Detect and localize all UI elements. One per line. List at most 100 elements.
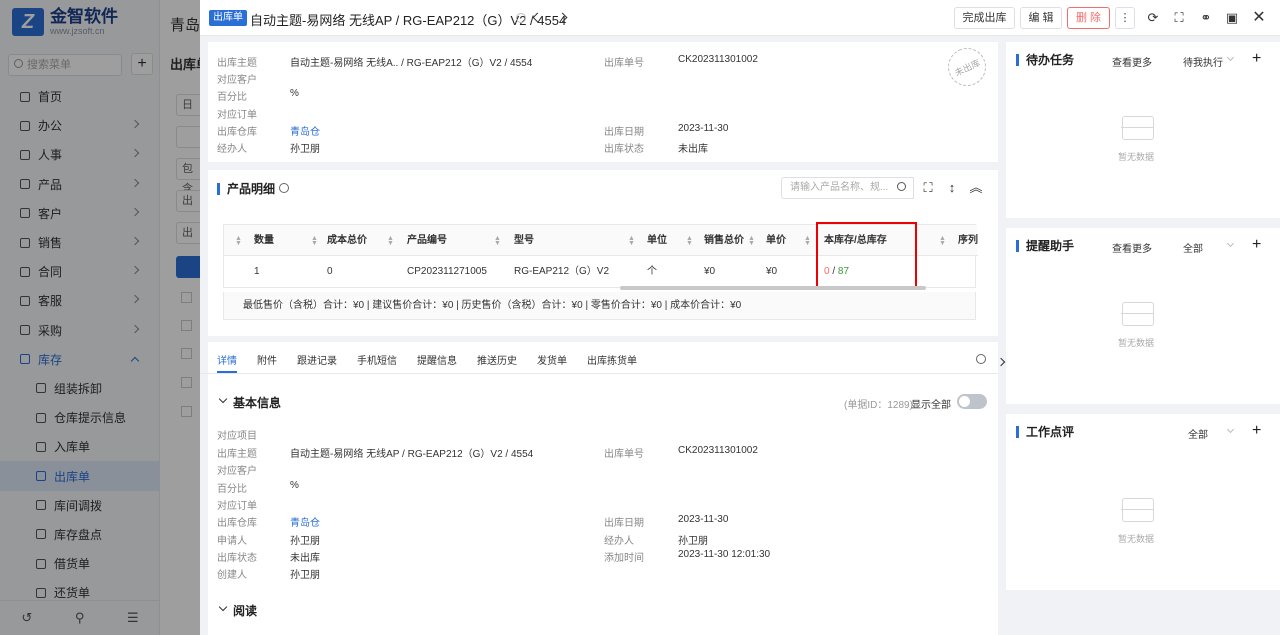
field-label: 添加时间 xyxy=(604,553,644,564)
sort-icon[interactable]: ▲ ▼ xyxy=(628,235,635,247)
dock-icon[interactable]: ▣ xyxy=(1225,11,1239,25)
complete-outbound-button[interactable]: 完成出库 xyxy=(954,7,1015,29)
cell-unit: 个 xyxy=(647,266,657,277)
col-qty[interactable]: 数量 xyxy=(254,225,274,256)
col-serial[interactable]: 序列 xyxy=(958,225,978,256)
cell-model: RG-EAP212（G）V2 xyxy=(514,266,610,277)
add-todo-button[interactable]: + xyxy=(1252,51,1261,67)
basic-percent-value: % xyxy=(290,480,299,491)
reminder-title: 提醒助手 xyxy=(1016,240,1074,252)
show-all-toggle[interactable] xyxy=(957,394,987,409)
col-cost-total[interactable]: 成本总价 xyxy=(327,225,367,256)
field-label: 出库单号 xyxy=(604,58,644,69)
gear-icon[interactable] xyxy=(279,183,289,193)
field-label: 对应订单 xyxy=(217,501,257,512)
field-label: 百分比 xyxy=(217,484,247,495)
basic-date-value: 2023-11-30 xyxy=(678,514,729,525)
field-label: 经办人 xyxy=(217,144,247,155)
gear-icon[interactable] xyxy=(976,354,986,364)
stock-highlight-box xyxy=(816,222,917,290)
field-label: 申请人 xyxy=(217,536,247,547)
expand-rows-icon[interactable]: ↕ xyxy=(945,181,959,195)
tab-reminders[interactable]: 提醒信息 xyxy=(417,352,457,367)
help-icon[interactable] xyxy=(516,13,526,23)
field-label: 经办人 xyxy=(604,536,634,547)
percent-value: % xyxy=(290,88,299,99)
link-icon[interactable]: ⚭ xyxy=(1199,11,1213,25)
tab-sms[interactable]: 手机短信 xyxy=(357,352,397,367)
show-all-label: 显示全部 xyxy=(911,400,951,411)
col-price[interactable]: 单价 xyxy=(766,225,786,256)
todo-filter[interactable]: 待我执行 xyxy=(1183,54,1223,69)
subject-value: 自动主题-易网络 无线A.. / RG-EAP212（G）V2 / 4554 xyxy=(290,58,533,69)
sort-icon[interactable]: ▲ ▼ xyxy=(748,235,755,247)
col-model[interactable]: 型号 xyxy=(514,225,534,256)
tab-delivery[interactable]: 发货单 xyxy=(537,352,567,367)
add-reminder-button[interactable]: + xyxy=(1252,237,1261,253)
tab-follow-up[interactable]: 跟进记录 xyxy=(297,352,337,367)
sort-icon[interactable]: ▲ ▼ xyxy=(686,235,693,247)
table-scrollbar[interactable] xyxy=(620,286,926,290)
cell-price: ¥0 xyxy=(766,266,778,277)
sort-icon[interactable]: ▲ ▼ xyxy=(804,235,811,247)
reminder-more-link[interactable]: 查看更多 xyxy=(1112,240,1152,255)
delete-button[interactable]: 删 除 xyxy=(1067,7,1110,29)
detail-drawer: 出库单 自动主题-易网络 无线AP / RG-EAP212（G）V2 / 455… xyxy=(200,0,1280,635)
basic-subject-value: 自动主题-易网络 无线AP / RG-EAP212（G）V2 / 4554 xyxy=(290,449,534,460)
field-label: 对应订单 xyxy=(217,110,257,121)
add-review-button[interactable]: + xyxy=(1252,423,1261,439)
empty-inbox-icon xyxy=(1121,498,1154,522)
tab-attachments[interactable]: 附件 xyxy=(257,352,277,367)
sort-icon[interactable]: ▲ ▼ xyxy=(235,235,242,247)
tab-details[interactable]: 详情 xyxy=(217,352,237,367)
todo-more-link[interactable]: 查看更多 xyxy=(1112,54,1152,69)
field-label: 出库日期 xyxy=(604,127,644,138)
field-label: 出库仓库 xyxy=(217,518,257,529)
cell-cost-total: 0 xyxy=(327,266,333,277)
doc-type-badge: 出库单 xyxy=(209,10,247,26)
fullscreen-icon[interactable]: ⛶ xyxy=(1172,11,1186,25)
tab-push-history[interactable]: 推送历史 xyxy=(477,352,517,367)
edit-button[interactable]: 编 辑 xyxy=(1020,7,1062,29)
basic-status-value: 未出库 xyxy=(290,553,320,564)
header-info-card: 出库主题 自动主题-易网络 无线A.. / RG-EAP212（G）V2 / 4… xyxy=(208,42,998,162)
col-sales-total[interactable]: 销售总价 xyxy=(704,225,744,256)
todo-title: 待办任务 xyxy=(1016,54,1074,66)
basic-warehouse-link[interactable]: 青岛仓 xyxy=(290,514,320,529)
cell-product-code[interactable]: CP202311271005 xyxy=(407,256,487,288)
basic-added-value: 2023-11-30 12:01:30 xyxy=(678,549,771,560)
empty-text: 暂无数据 xyxy=(1118,152,1155,162)
basic-info-title[interactable]: 基本信息 xyxy=(233,394,281,411)
sort-icon[interactable]: ▲ ▼ xyxy=(494,235,501,247)
tab-picking[interactable]: 出库拣货单 xyxy=(587,352,637,367)
field-label: 出库仓库 xyxy=(217,127,257,138)
field-label: 创建人 xyxy=(217,570,247,581)
close-icon[interactable]: ✕ xyxy=(1252,10,1266,26)
col-unit[interactable]: 单位 xyxy=(647,225,667,256)
field-label: 出库单号 xyxy=(604,449,644,460)
col-product-code[interactable]: 产品编号 xyxy=(407,225,447,256)
reminder-filter[interactable]: 全部 xyxy=(1183,240,1203,255)
collapse-up-icon[interactable]: ︽ xyxy=(969,181,983,195)
field-label: 百分比 xyxy=(217,92,247,103)
tabs-divider xyxy=(200,373,998,374)
warehouse-link[interactable]: 青岛仓 xyxy=(290,123,320,138)
field-label: 出库主题 xyxy=(217,58,257,69)
sort-icon[interactable]: ▲ ▼ xyxy=(387,235,394,247)
sort-icon[interactable]: ▲ ▼ xyxy=(311,235,318,247)
refresh-icon[interactable]: ⟳ xyxy=(1146,11,1160,25)
review-filter[interactable]: 全部 xyxy=(1188,426,1208,441)
details-card xyxy=(208,342,998,635)
product-detail-title: 产品明细 xyxy=(217,183,275,195)
empty-inbox-icon xyxy=(1121,116,1154,140)
read-section-title[interactable]: 阅读 xyxy=(233,602,257,619)
more-menu-button[interactable]: ⋮ xyxy=(1115,7,1135,29)
sort-icon[interactable]: ▲ ▼ xyxy=(939,235,946,247)
field-label: 对应客户 xyxy=(217,75,257,86)
detail-tabs: 详情 附件 跟进记录 手机短信 提醒信息 推送历史 发货单 出库拣货单 xyxy=(217,352,637,367)
field-label: 出库状态 xyxy=(604,144,644,155)
fullscreen-icon[interactable]: ⛶ xyxy=(921,181,935,195)
field-label: 出库主题 xyxy=(217,449,257,460)
product-search-button[interactable] xyxy=(892,177,914,199)
field-label: 出库状态 xyxy=(217,553,257,564)
